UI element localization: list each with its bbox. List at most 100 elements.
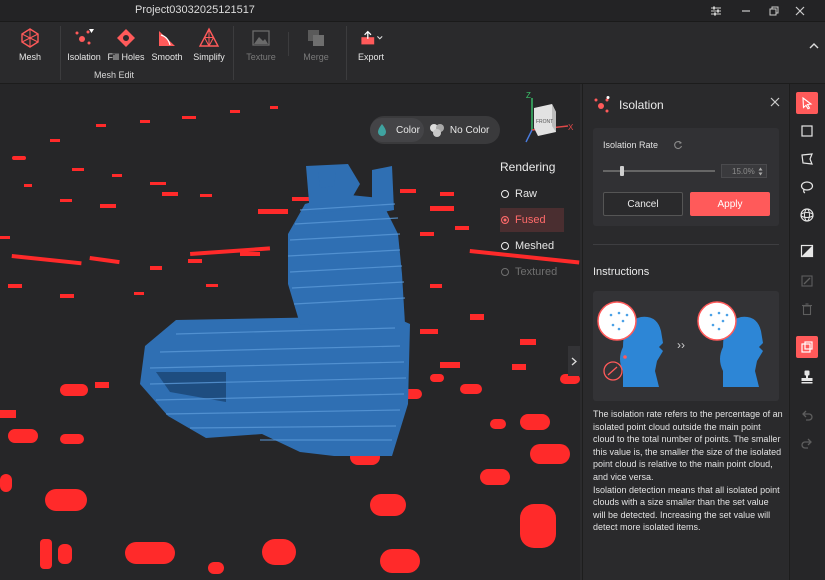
rectangle-select-icon — [801, 125, 813, 137]
chevron-right-icon — [571, 357, 577, 365]
3d-viewport[interactable]: Color No Color FRONT Z X Rendering Raw F… — [0, 84, 580, 580]
export-label: Export — [357, 52, 384, 62]
panel-title: Isolation — [619, 98, 664, 112]
rendering-option-fused[interactable]: Fused — [500, 208, 564, 232]
invert-selection-button[interactable] — [796, 240, 818, 262]
cancel-button[interactable]: Cancel — [603, 192, 683, 216]
simplify-label: Simplify — [193, 52, 225, 62]
redo-button[interactable] — [796, 432, 818, 454]
texture-icon — [249, 26, 273, 50]
radio-icon — [501, 268, 509, 276]
rendering-title: Rendering — [500, 160, 556, 174]
lasso-select-button[interactable] — [796, 176, 818, 198]
panel-expand-button[interactable] — [568, 346, 580, 376]
instructions-title: Instructions — [593, 266, 650, 278]
merge-label: Merge — [303, 52, 329, 62]
undo-button[interactable] — [796, 404, 818, 426]
mesh-icon — [18, 26, 42, 50]
sphere-select-icon — [800, 208, 814, 222]
mesh-button[interactable]: Mesh — [6, 26, 54, 66]
polygon-select-button[interactable] — [796, 148, 818, 170]
mesh-model — [140, 164, 410, 456]
instructions-text: The isolation rate refers to the percent… — [593, 409, 783, 533]
rendering-option-raw[interactable]: Raw — [500, 182, 580, 206]
eraser-icon — [801, 275, 813, 287]
color-mode-toggle[interactable]: Color No Color — [370, 116, 500, 144]
minimize-icon[interactable] — [736, 2, 756, 20]
merge-icon — [304, 26, 328, 50]
isolation-label: Isolation — [67, 52, 101, 62]
mesh-label: Mesh — [18, 52, 41, 62]
orientation-gizmo[interactable]: FRONT Z X — [516, 90, 580, 150]
radio-icon — [501, 242, 509, 250]
stamp-icon — [801, 370, 813, 384]
invert-selection-icon — [800, 244, 814, 258]
isolation-rate-label: Isolation Rate — [603, 140, 659, 150]
panel-header: Isolation — [593, 96, 664, 114]
svg-text:››: ›› — [677, 338, 685, 352]
redo-arrow-icon — [801, 438, 812, 449]
layers-icon — [801, 341, 813, 353]
radio-selected-icon — [501, 216, 509, 224]
collapse-ribbon-icon[interactable] — [809, 38, 819, 52]
no-color-circles-icon — [429, 124, 444, 137]
instructions-illustration: ›› — [593, 291, 779, 401]
sphere-select-button[interactable] — [796, 204, 818, 226]
rendering-options: Rendering Raw Fused Meshed Textured — [500, 160, 580, 286]
settings-sliders-icon[interactable] — [706, 2, 726, 20]
gizmo-z-label: Z — [526, 91, 531, 100]
isolation-rate-stepper[interactable]: 15.0% — [721, 164, 767, 178]
isolation-rate-slider[interactable] — [603, 166, 715, 176]
rendering-option-textured[interactable]: Textured — [500, 260, 580, 284]
rendering-option-meshed[interactable]: Meshed — [500, 234, 580, 258]
cleanup-brush-button[interactable] — [796, 366, 818, 388]
gizmo-front-label: FRONT — [536, 119, 553, 125]
isolation-button[interactable]: Isolation — [60, 26, 108, 66]
radio-icon — [501, 190, 509, 198]
rectangle-select-button[interactable] — [796, 120, 818, 142]
color-option[interactable]: Color — [370, 118, 424, 142]
stepper-arrows-icon[interactable] — [758, 167, 763, 176]
smooth-icon — [155, 26, 179, 50]
merge-button[interactable]: Merge — [292, 26, 340, 66]
gizmo-x-label: X — [568, 123, 574, 132]
panel-divider — [593, 244, 779, 245]
isolation-icon — [594, 96, 610, 113]
texture-button[interactable]: Texture — [237, 26, 285, 66]
scene-canvas[interactable] — [0, 84, 580, 580]
ribbon-divider — [288, 32, 289, 56]
reset-icon[interactable] — [673, 140, 683, 152]
isolation-rate-value: 15.0% — [732, 166, 755, 176]
isolation-view-button[interactable] — [796, 336, 818, 358]
polygon-select-icon — [801, 153, 813, 165]
smooth-label: Smooth — [151, 52, 183, 62]
window-title: Project03032025121517 — [135, 4, 255, 16]
undo-arrow-icon — [802, 410, 813, 421]
select-tool-button[interactable] — [796, 92, 818, 114]
trash-icon — [802, 303, 812, 316]
close-panel-icon[interactable] — [770, 96, 780, 110]
app-window: Project03032025121517 Mesh Isolation Fil… — [0, 0, 825, 580]
simplify-button[interactable]: Simplify — [185, 26, 233, 66]
slider-handle[interactable] — [620, 166, 624, 176]
apply-button[interactable]: Apply — [690, 192, 770, 216]
smooth-button[interactable]: Smooth — [143, 26, 191, 66]
cursor-arrow-icon — [802, 96, 813, 110]
title-bar: Project03032025121517 — [0, 0, 825, 22]
lasso-select-icon — [800, 181, 814, 194]
mesh-edit-group-label: Mesh Edit — [94, 70, 135, 80]
delete-button[interactable] — [796, 298, 818, 320]
close-window-icon[interactable] — [790, 2, 810, 20]
fill-holes-label: Fill Holes — [107, 52, 145, 62]
export-button[interactable]: Export — [347, 26, 395, 66]
clear-selection-button[interactable] — [796, 270, 818, 292]
no-color-label: No Color — [449, 124, 490, 136]
color-drop-icon — [378, 124, 386, 136]
restore-icon[interactable] — [764, 2, 784, 20]
isolation-icon — [72, 26, 96, 50]
color-label: Color — [396, 124, 420, 136]
simplify-icon — [197, 26, 221, 50]
texture-label: Texture — [246, 52, 276, 62]
no-color-option[interactable]: No Color — [424, 118, 493, 142]
isolation-settings: Isolation Rate 15.0% Cancel Apply — [593, 128, 779, 226]
